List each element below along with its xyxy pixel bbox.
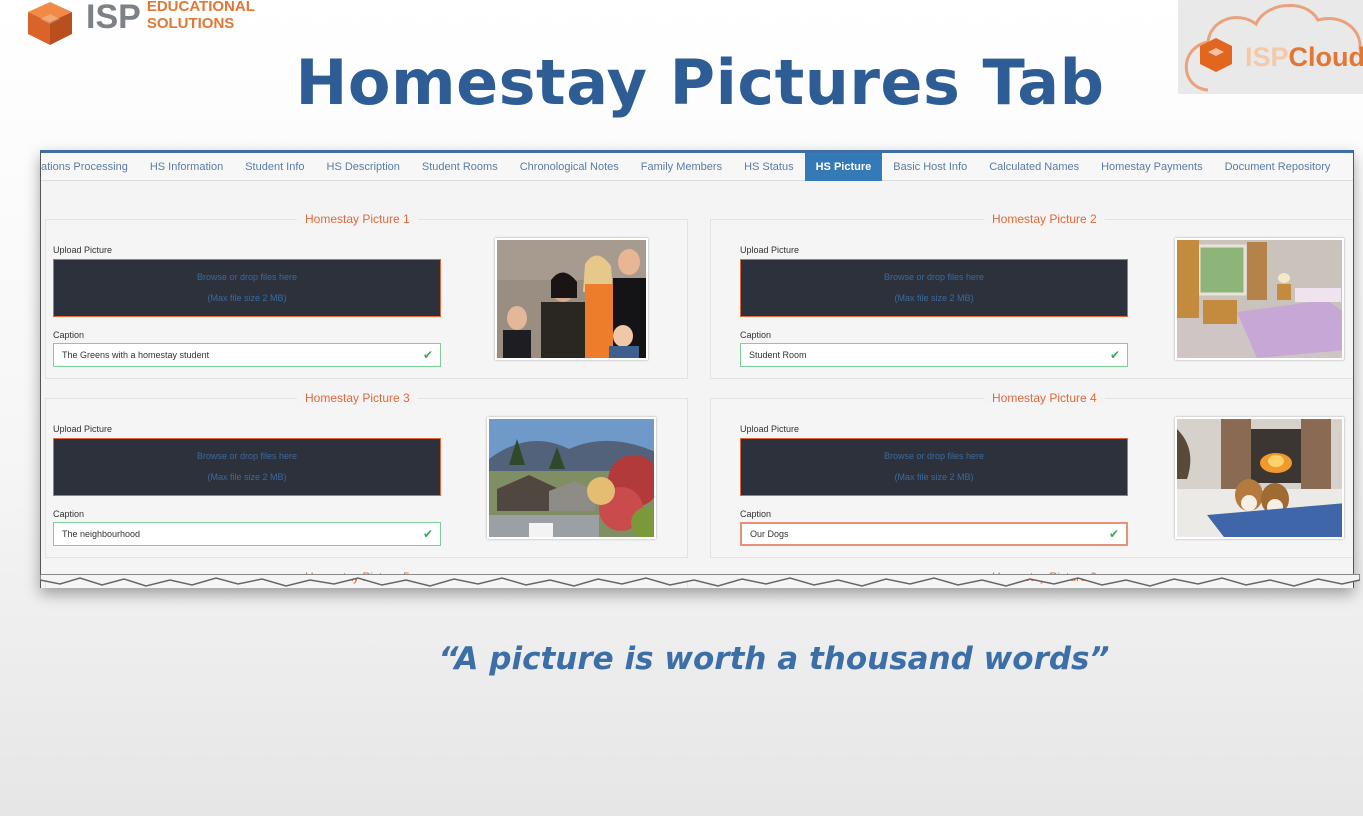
tab-student-rooms[interactable]: Student Rooms bbox=[411, 153, 509, 181]
neighbourhood-photo bbox=[487, 417, 656, 539]
tab-bulk[interactable]: Bulk bbox=[1341, 153, 1353, 181]
caption-label-4: Caption bbox=[740, 509, 772, 519]
check-icon: ✔ bbox=[1108, 527, 1119, 541]
upload-label-3: Upload Picture bbox=[53, 424, 113, 434]
caption-label-3: Caption bbox=[53, 509, 85, 519]
caption-input-1[interactable]: The Greens with a homestay student ✔ bbox=[53, 343, 441, 367]
cloud-logo-text: ISPCloud bbox=[1245, 42, 1363, 72]
tab-family-members[interactable]: Family Members bbox=[630, 153, 733, 181]
tab-hs-picture[interactable]: HS Picture bbox=[804, 153, 883, 181]
picture-title-2: Homestay Picture 2 bbox=[984, 212, 1105, 226]
dogs-photo bbox=[1175, 417, 1344, 539]
tab-chronological-notes[interactable]: Chronological Notes bbox=[509, 153, 630, 181]
upload-label-2: Upload Picture bbox=[740, 245, 800, 255]
tab-hs-status[interactable]: HS Status bbox=[733, 153, 805, 181]
caption-input-3[interactable]: The neighbourhood ✔ bbox=[53, 522, 441, 546]
check-icon: ✔ bbox=[422, 527, 433, 541]
cube-logo-icon bbox=[28, 2, 72, 45]
file-dropzone-1[interactable]: Browse or drop files here (Max file size … bbox=[53, 259, 441, 317]
picture-title-1: Homestay Picture 1 bbox=[297, 212, 418, 226]
file-dropzone-2[interactable]: Browse or drop files here (Max file size … bbox=[740, 259, 1128, 317]
picture-title-4: Homestay Picture 4 bbox=[984, 391, 1105, 405]
file-dropzone-3[interactable]: Browse or drop files here (Max file size … bbox=[53, 438, 441, 496]
tab-student-info[interactable]: Student Info bbox=[234, 153, 315, 181]
tab-basic-host-info[interactable]: Basic Host Info bbox=[882, 153, 978, 181]
tab-hs-information[interactable]: HS Information bbox=[139, 153, 234, 181]
tab-homestay-payments[interactable]: Homestay Payments bbox=[1090, 153, 1213, 181]
isp-brand-logo: ISP EDUCATIONAL SOLUTIONS bbox=[26, 0, 255, 46]
check-icon: ✔ bbox=[422, 348, 433, 362]
quote-text: “A picture is worth a thousand words” bbox=[438, 641, 1110, 677]
tab-applications-processing[interactable]: ations Processing bbox=[41, 153, 139, 181]
isp-cloud-logo: ISPCloud bbox=[1178, 0, 1363, 94]
file-dropzone-4[interactable]: Browse or drop files here (Max file size … bbox=[740, 438, 1128, 496]
caption-label-2: Caption bbox=[740, 330, 772, 340]
family-photo bbox=[495, 238, 648, 360]
tab-calculated-names[interactable]: Calculated Names bbox=[978, 153, 1090, 181]
upload-label-4: Upload Picture bbox=[740, 424, 800, 434]
brand-name: ISP bbox=[86, 0, 141, 36]
caption-input-2[interactable]: Student Room ✔ bbox=[740, 343, 1128, 367]
torn-edge bbox=[40, 574, 1360, 587]
brand-subtitle: EDUCATIONAL SOLUTIONS bbox=[146, 0, 255, 32]
check-icon: ✔ bbox=[1109, 348, 1120, 362]
caption-input-4[interactable]: Our Dogs ✔ bbox=[740, 522, 1128, 546]
tab-document-repository[interactable]: Document Repository bbox=[1214, 153, 1342, 181]
bedroom-photo bbox=[1175, 238, 1344, 360]
caption-label-1: Caption bbox=[53, 330, 85, 340]
slide-title: Homestay Pictures Tab bbox=[295, 46, 1105, 119]
picture-title-3: Homestay Picture 3 bbox=[297, 391, 418, 405]
upload-label-1: Upload Picture bbox=[53, 245, 113, 255]
homestay-screenshot: ations Processing HS Information Student… bbox=[40, 150, 1354, 588]
tab-bar: ations Processing HS Information Student… bbox=[41, 153, 1353, 181]
tab-hs-description[interactable]: HS Description bbox=[316, 153, 411, 181]
